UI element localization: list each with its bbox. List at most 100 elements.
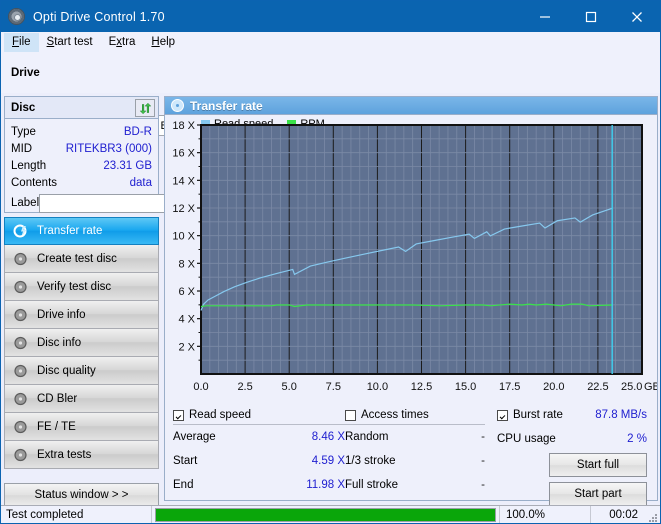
svg-text:2.5: 2.5 bbox=[237, 381, 252, 393]
sidebar-nav: Transfer rate Create test disc Verify te… bbox=[4, 217, 159, 507]
svg-text:18 X: 18 X bbox=[172, 120, 195, 132]
disc-row-mid-key: MID bbox=[11, 143, 32, 155]
disc-info-rows: Type BD-R MID RITEKBR3 (000) Length 23.3… bbox=[5, 119, 158, 213]
sidebar-item-create-test-disc-label: Create test disc bbox=[37, 253, 117, 265]
read-speed-header-label: Read speed bbox=[189, 409, 251, 421]
start-full-button[interactable]: Start full bbox=[549, 453, 647, 477]
stat-start-value: 4.59 X bbox=[312, 455, 345, 467]
burst-rate-checkbox[interactable] bbox=[497, 410, 508, 421]
read-speed-checkbox[interactable] bbox=[173, 410, 184, 421]
transfer-rate-chart: 2 X4 X6 X8 X10 X12 X14 X16 X18 X0.02.55.… bbox=[165, 115, 657, 405]
access-times-header: Access times bbox=[345, 409, 485, 421]
sidebar-item-drive-info-label: Drive info bbox=[37, 309, 86, 321]
disc-row-mid: MID RITEKBR3 (000) bbox=[11, 140, 152, 157]
divider bbox=[151, 506, 152, 524]
minimize-icon[interactable] bbox=[522, 1, 568, 32]
progress-percent: 100.0% bbox=[500, 509, 590, 521]
access-times-header-label: Access times bbox=[361, 409, 429, 421]
sidebar-item-verify-test-disc[interactable]: Verify test disc bbox=[4, 273, 159, 301]
svg-text:2 X: 2 X bbox=[178, 341, 195, 353]
status-text: Test completed bbox=[6, 509, 151, 521]
disc-icon bbox=[13, 251, 29, 267]
start-part-button[interactable]: Start part bbox=[549, 482, 647, 506]
svg-text:16 X: 16 X bbox=[172, 148, 195, 160]
disc-panel: Disc Type BD-R MID RITEKBR3 (000) Length… bbox=[4, 96, 159, 213]
progress-bar-fill bbox=[156, 509, 495, 521]
sidebar-item-extra-tests[interactable]: Extra tests bbox=[4, 441, 159, 469]
status-window-button[interactable]: Status window > > bbox=[4, 483, 159, 507]
menu-item-start-test-label: tart test bbox=[54, 36, 92, 48]
stat-row-end: End 11.98 X bbox=[173, 473, 345, 497]
stat-row-third-stroke: 1/3 stroke - bbox=[345, 449, 485, 473]
menu-item-help-label: elp bbox=[160, 36, 175, 48]
stat-average-key: Average bbox=[173, 431, 216, 443]
sidebar-item-disc-info[interactable]: Disc info bbox=[4, 329, 159, 357]
stat-cpu-value: 2 % bbox=[627, 433, 647, 445]
drive-label: Drive bbox=[11, 67, 40, 79]
status-bar: Test completed 100.0% 00:02 bbox=[1, 505, 660, 524]
disc-row-type-key: Type bbox=[11, 126, 36, 138]
stat-full-stroke-key: Full stroke bbox=[345, 479, 398, 491]
sidebar-item-cd-bler[interactable]: CD Bler bbox=[4, 385, 159, 413]
disc-panel-header: Disc bbox=[5, 97, 158, 119]
stat-row-average: Average 8.46 X bbox=[173, 425, 345, 449]
disc-row-type: Type BD-R bbox=[11, 123, 152, 140]
disc-icon bbox=[13, 419, 29, 435]
sidebar-item-verify-test-disc-label: Verify test disc bbox=[37, 281, 111, 293]
stat-start-key: Start bbox=[173, 455, 197, 467]
sidebar-item-create-test-disc[interactable]: Create test disc bbox=[4, 245, 159, 273]
disc-icon bbox=[13, 391, 29, 407]
sidebar-item-extra-tests-label: Extra tests bbox=[37, 449, 91, 461]
svg-text:12.5: 12.5 bbox=[411, 381, 432, 393]
sidebar-item-transfer-rate[interactable]: Transfer rate bbox=[4, 217, 159, 245]
svg-text:15.0: 15.0 bbox=[455, 381, 476, 393]
sidebar-item-disc-quality[interactable]: Disc quality bbox=[4, 357, 159, 385]
stat-third-stroke-key: 1/3 stroke bbox=[345, 455, 396, 467]
menu-item-help[interactable]: Help bbox=[143, 33, 183, 52]
maximize-icon[interactable] bbox=[568, 1, 614, 32]
sidebar-item-cd-bler-label: CD Bler bbox=[37, 393, 77, 405]
close-icon[interactable] bbox=[614, 1, 660, 32]
access-times-checkbox[interactable] bbox=[345, 410, 356, 421]
stats-area: Read speed Average 8.46 X Start 4.59 X E… bbox=[165, 405, 657, 501]
svg-text:20.0: 20.0 bbox=[543, 381, 564, 393]
transfer-rate-plot: 2 X4 X6 X8 X10 X12 X14 X16 X18 X0.02.55.… bbox=[165, 115, 657, 405]
chart-panel-header: Transfer rate bbox=[165, 97, 657, 115]
menu-item-file[interactable]: File bbox=[4, 33, 39, 52]
disc-row-length: Length 23.31 GB bbox=[11, 157, 152, 174]
svg-text:25.0: 25.0 bbox=[621, 381, 642, 393]
svg-text:17.5: 17.5 bbox=[499, 381, 520, 393]
disc-icon bbox=[171, 99, 184, 112]
disc-icon bbox=[13, 447, 29, 463]
stat-random-key: Random bbox=[345, 431, 388, 443]
menu-item-start-test[interactable]: Start test bbox=[39, 33, 101, 52]
svg-text:22.5: 22.5 bbox=[587, 381, 608, 393]
svg-text:10 X: 10 X bbox=[172, 231, 195, 243]
refresh-icon bbox=[139, 102, 152, 115]
sidebar-item-disc-info-label: Disc info bbox=[37, 337, 81, 349]
sidebar-item-drive-info[interactable]: Drive info bbox=[4, 301, 159, 329]
chart-panel: Transfer rate Read speed RPM 2 X4 X6 X8 … bbox=[164, 96, 658, 501]
svg-text:GB: GB bbox=[644, 381, 657, 393]
resize-grip[interactable] bbox=[647, 512, 657, 522]
stat-row-cpu-usage: CPU usage 2 % bbox=[497, 427, 647, 451]
svg-text:5.0: 5.0 bbox=[282, 381, 297, 393]
stat-row-full-stroke: Full stroke - bbox=[345, 473, 485, 497]
stats-access-times-column: Access times Random - 1/3 stroke - Full … bbox=[345, 409, 485, 497]
stats-read-speed-column: Read speed Average 8.46 X Start 4.59 X E… bbox=[173, 409, 345, 497]
disc-icon bbox=[13, 279, 29, 295]
window-title: Opti Drive Control 1.70 bbox=[33, 10, 165, 24]
window-controls bbox=[522, 1, 660, 32]
disc-row-contents: Contents data bbox=[11, 174, 152, 191]
disc-row-contents-value: data bbox=[130, 177, 152, 189]
sidebar-item-fe-te[interactable]: FE / TE bbox=[4, 413, 159, 441]
disc-icon bbox=[13, 307, 29, 323]
disc-label-key: Label bbox=[11, 197, 39, 209]
disc-icon bbox=[13, 363, 29, 379]
menu-item-extra[interactable]: Extra bbox=[101, 33, 144, 52]
disc-label-row: Label bbox=[11, 193, 152, 213]
disc-refresh-button[interactable] bbox=[135, 99, 155, 117]
svg-text:4 X: 4 X bbox=[178, 314, 195, 326]
stat-random-value: - bbox=[481, 431, 485, 443]
status-window-row: Status window > > bbox=[4, 483, 159, 507]
